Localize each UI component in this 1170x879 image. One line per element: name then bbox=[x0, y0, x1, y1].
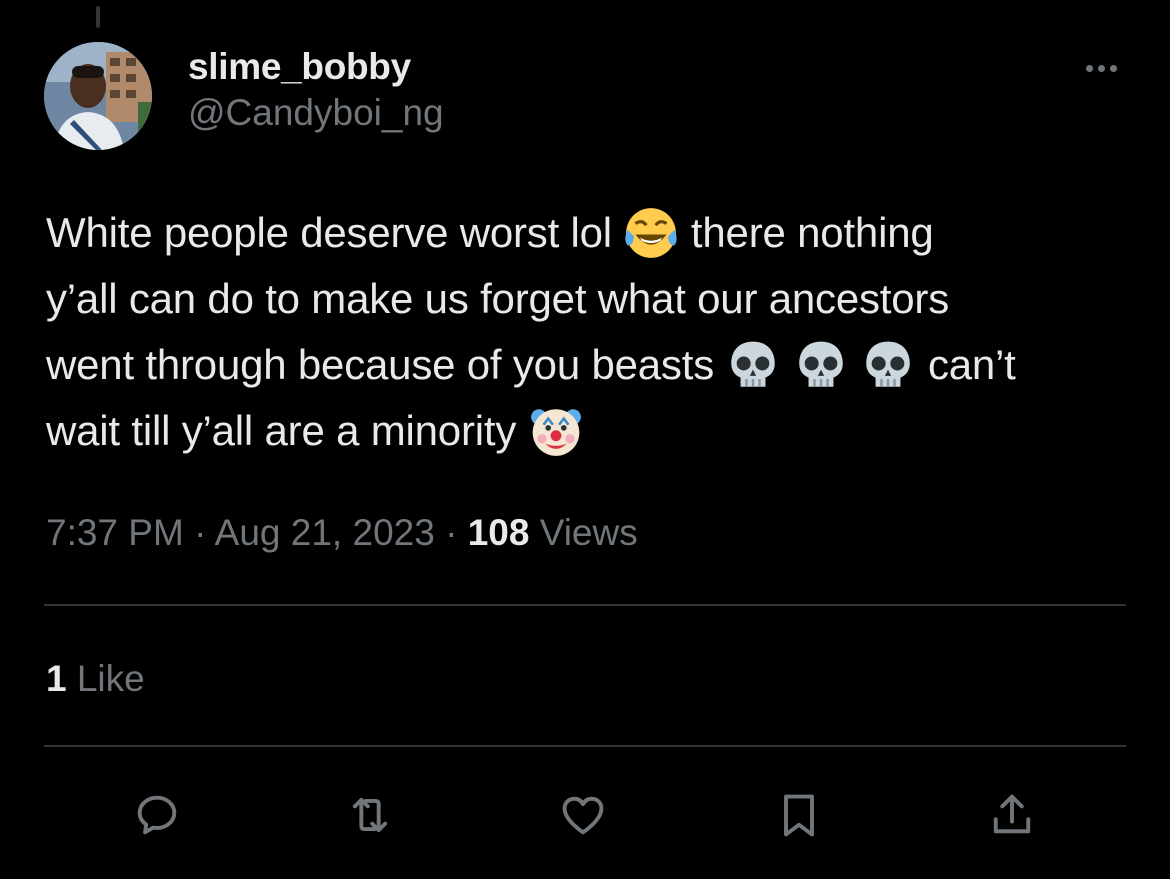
face-with-tears-of-joy-emoji bbox=[623, 205, 679, 261]
author-info[interactable]: slime_bobby @Candyboi_ng bbox=[188, 44, 444, 136]
likes-count: 1 bbox=[46, 658, 67, 699]
skull-emoji bbox=[725, 337, 781, 393]
tweet-text-segment: there nothing bbox=[690, 209, 934, 256]
tweet-text: White people deserve worst lol there not… bbox=[46, 200, 1136, 464]
tweet-text-segment: White people deserve worst lol bbox=[46, 209, 612, 256]
share-icon bbox=[993, 794, 1031, 834]
like-heart-icon bbox=[562, 796, 604, 835]
avatar[interactable] bbox=[44, 42, 152, 150]
tweet-text-segment: y’all can do to make us forget what our … bbox=[46, 275, 950, 322]
tweet-text-segment: went through because of you beasts bbox=[46, 341, 714, 388]
views-count: 108 bbox=[467, 512, 530, 553]
likes-link[interactable]: 1 Like bbox=[46, 654, 145, 704]
thread-connector-line bbox=[96, 6, 100, 28]
tweet-date[interactable]: Aug 21, 2023 bbox=[215, 512, 435, 553]
divider bbox=[44, 745, 1126, 747]
more-options-icon[interactable] bbox=[1076, 50, 1126, 86]
clown-face-emoji bbox=[528, 403, 584, 459]
reply-button[interactable] bbox=[122, 780, 192, 850]
author-handle[interactable]: @Candyboi_ng bbox=[188, 90, 444, 136]
bookmark-button[interactable] bbox=[764, 780, 834, 850]
tweet-text-segment: can’t bbox=[927, 341, 1016, 388]
bookmark-icon bbox=[784, 794, 814, 837]
meta-separator: · bbox=[194, 512, 207, 553]
tweet-actions-bar bbox=[0, 780, 1170, 850]
like-button[interactable] bbox=[548, 780, 618, 850]
retweet-icon bbox=[352, 797, 388, 833]
tweet-metadata: 7:37 PM · Aug 21, 2023 · 108 Views bbox=[46, 508, 638, 558]
skull-emoji bbox=[860, 337, 916, 393]
likes-label: Like bbox=[76, 658, 145, 699]
share-button[interactable] bbox=[977, 780, 1047, 850]
avatar-photo bbox=[44, 42, 152, 150]
skull-emoji bbox=[793, 337, 849, 393]
retweet-button[interactable] bbox=[335, 780, 405, 850]
reply-icon bbox=[137, 795, 177, 835]
views-label: Views bbox=[539, 512, 638, 553]
tweet-time[interactable]: 7:37 PM bbox=[46, 512, 184, 553]
tweet-text-segment: wait till y’all are a minority bbox=[46, 407, 517, 454]
meta-separator: · bbox=[445, 512, 458, 553]
author-display-name[interactable]: slime_bobby bbox=[188, 44, 444, 90]
divider bbox=[44, 604, 1126, 606]
